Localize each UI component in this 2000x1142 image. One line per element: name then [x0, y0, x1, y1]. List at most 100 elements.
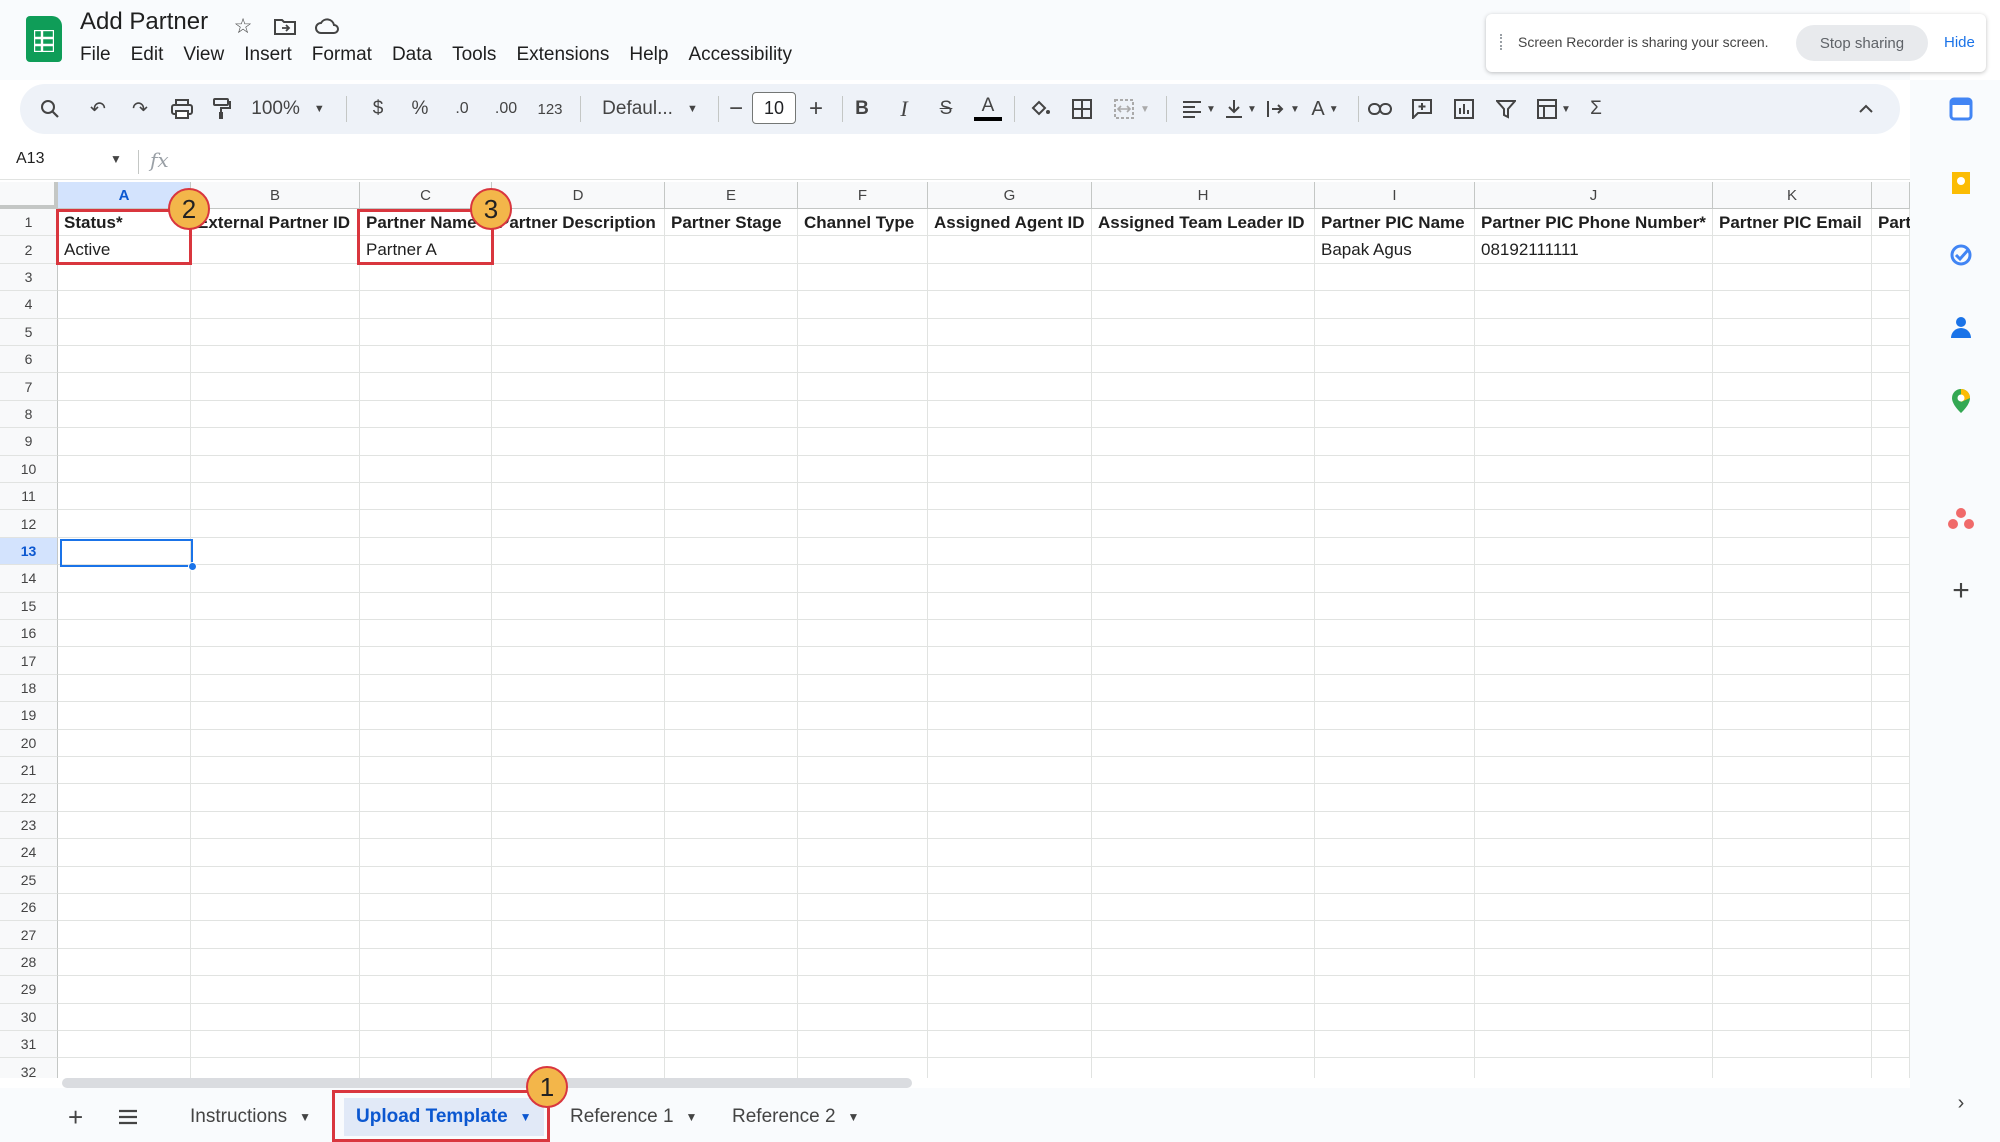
font-select[interactable]: Defaul... ▼ [590, 84, 710, 134]
strikethrough-button[interactable]: S [930, 84, 962, 134]
row-header[interactable]: 12 [0, 510, 58, 538]
cloud-status-icon[interactable] [313, 12, 341, 40]
insert-chart-icon[interactable] [1448, 84, 1480, 134]
move-folder-icon[interactable] [271, 12, 299, 40]
decrease-decimal-button[interactable]: .0 [446, 84, 478, 134]
row-header[interactable]: 7 [0, 373, 58, 401]
menu-accessibility[interactable]: Accessibility [678, 42, 801, 68]
row-header[interactable]: 6 [0, 346, 58, 374]
row-header[interactable]: 17 [0, 647, 58, 675]
column-header-col-i[interactable]: I [1315, 182, 1475, 209]
menu-view[interactable]: View [173, 42, 234, 68]
fill-handle[interactable] [188, 562, 197, 571]
contacts-icon[interactable] [1944, 310, 1978, 344]
cell[interactable]: Assigned Team Leader ID [1092, 209, 1315, 236]
maps-icon[interactable] [1944, 384, 1978, 418]
row-header[interactable]: 31 [0, 1031, 58, 1059]
row-header[interactable]: 8 [0, 400, 58, 429]
all-sheets-icon[interactable] [118, 1098, 138, 1136]
row-header[interactable]: 3 [0, 263, 58, 292]
expand-side-panel-icon[interactable]: › [1944, 1086, 1978, 1120]
row-header[interactable]: 24 [0, 839, 58, 867]
cell[interactable]: 08192111111 [1475, 236, 1713, 263]
menu-edit[interactable]: Edit [121, 42, 174, 68]
column-header-col-b[interactable]: B [191, 182, 360, 209]
asana-icon[interactable] [1944, 502, 1978, 536]
cell[interactable]: Bapak Agus [1315, 236, 1475, 263]
merge-cells-icon[interactable]: ▼ [1108, 84, 1156, 134]
vertical-align-icon[interactable]: ▼ [1218, 84, 1264, 134]
row-header[interactable]: 28 [0, 948, 58, 977]
row-header[interactable]: 13 [0, 537, 58, 566]
cell[interactable] [1872, 236, 1910, 263]
column-header-col-k[interactable]: K [1713, 182, 1872, 209]
row-header[interactable]: 10 [0, 455, 58, 483]
row-header[interactable]: 2 [0, 236, 58, 264]
name-box[interactable]: A13 [16, 150, 44, 168]
cell[interactable] [665, 236, 798, 263]
star-icon[interactable]: ☆ [229, 12, 257, 40]
cell[interactable]: Partner Description [492, 209, 665, 236]
percent-format-button[interactable]: % [404, 84, 436, 134]
menu-tools[interactable]: Tools [442, 42, 506, 68]
active-cell-selection[interactable] [60, 539, 193, 567]
decrease-font-size-icon[interactable]: − [720, 84, 752, 134]
cell[interactable] [1713, 236, 1872, 263]
formula-input[interactable] [190, 150, 1890, 174]
menu-data[interactable]: Data [382, 42, 442, 68]
menu-format[interactable]: Format [302, 42, 382, 68]
row-header[interactable]: 11 [0, 483, 58, 511]
italic-button[interactable]: I [888, 84, 920, 134]
menu-help[interactable]: Help [619, 42, 678, 68]
cell[interactable]: Partner Stage [665, 209, 798, 236]
row-header[interactable]: 22 [0, 784, 58, 812]
stop-sharing-button[interactable]: Stop sharing [1796, 25, 1928, 61]
tab-reference-2[interactable]: Reference 2 ▼ [732, 1098, 859, 1136]
zoom-select[interactable]: 100% ▼ [251, 84, 325, 134]
horizontal-scrollbar[interactable] [62, 1078, 912, 1088]
currency-format-button[interactable]: $ [362, 84, 394, 134]
horizontal-align-icon[interactable]: ▼ [1176, 84, 1222, 134]
select-all-corner[interactable] [0, 182, 58, 209]
column-header-col-f[interactable]: F [798, 182, 928, 209]
fill-color-icon[interactable] [1024, 84, 1056, 134]
document-title[interactable]: Add Partner [80, 8, 208, 36]
row-header[interactable]: 30 [0, 1003, 58, 1031]
sheets-logo-icon[interactable] [26, 16, 62, 62]
row-header[interactable]: 25 [0, 866, 58, 894]
row-header[interactable]: 16 [0, 620, 58, 648]
row-header[interactable]: 14 [0, 565, 58, 593]
tab-reference-1[interactable]: Reference 1 ▼ [570, 1098, 697, 1136]
row-header[interactable]: 5 [0, 318, 58, 346]
row-header[interactable]: 4 [0, 291, 58, 319]
row-header[interactable]: 9 [0, 428, 58, 456]
number-format-button[interactable]: 123 [532, 84, 568, 134]
cell[interactable]: Partner PIC Email [1713, 209, 1872, 236]
cell[interactable]: Part [1872, 209, 1910, 236]
cell[interactable] [928, 236, 1092, 263]
text-color-button[interactable]: A [972, 84, 1004, 134]
row-header[interactable]: 21 [0, 757, 58, 785]
row-header[interactable]: 29 [0, 976, 58, 1004]
borders-icon[interactable] [1066, 84, 1098, 134]
row-header[interactable]: 19 [0, 702, 58, 730]
text-wrap-icon[interactable]: ▼ [1260, 84, 1306, 134]
row-header[interactable]: 20 [0, 729, 58, 757]
collapse-menus-icon[interactable] [1850, 84, 1882, 134]
tasks-icon[interactable] [1944, 238, 1978, 272]
cell[interactable] [191, 236, 360, 263]
add-addon-icon[interactable]: + [1944, 574, 1978, 608]
bold-button[interactable]: B [846, 84, 878, 134]
column-header-col-g[interactable]: G [928, 182, 1092, 209]
drag-handle-icon[interactable] [1500, 34, 1504, 50]
filter-icon[interactable] [1490, 84, 1522, 134]
menu-extensions[interactable]: Extensions [506, 42, 619, 68]
row-header[interactable]: 15 [0, 592, 58, 620]
row-header[interactable]: 32 [0, 1058, 58, 1078]
cell[interactable]: External Partner ID [191, 209, 360, 236]
column-header-col-j[interactable]: J [1475, 182, 1713, 209]
menu-insert[interactable]: Insert [234, 42, 302, 68]
filter-views-icon[interactable]: ▼ [1530, 84, 1578, 134]
column-header-col-h[interactable]: H [1092, 182, 1315, 209]
insert-link-icon[interactable] [1364, 84, 1396, 134]
